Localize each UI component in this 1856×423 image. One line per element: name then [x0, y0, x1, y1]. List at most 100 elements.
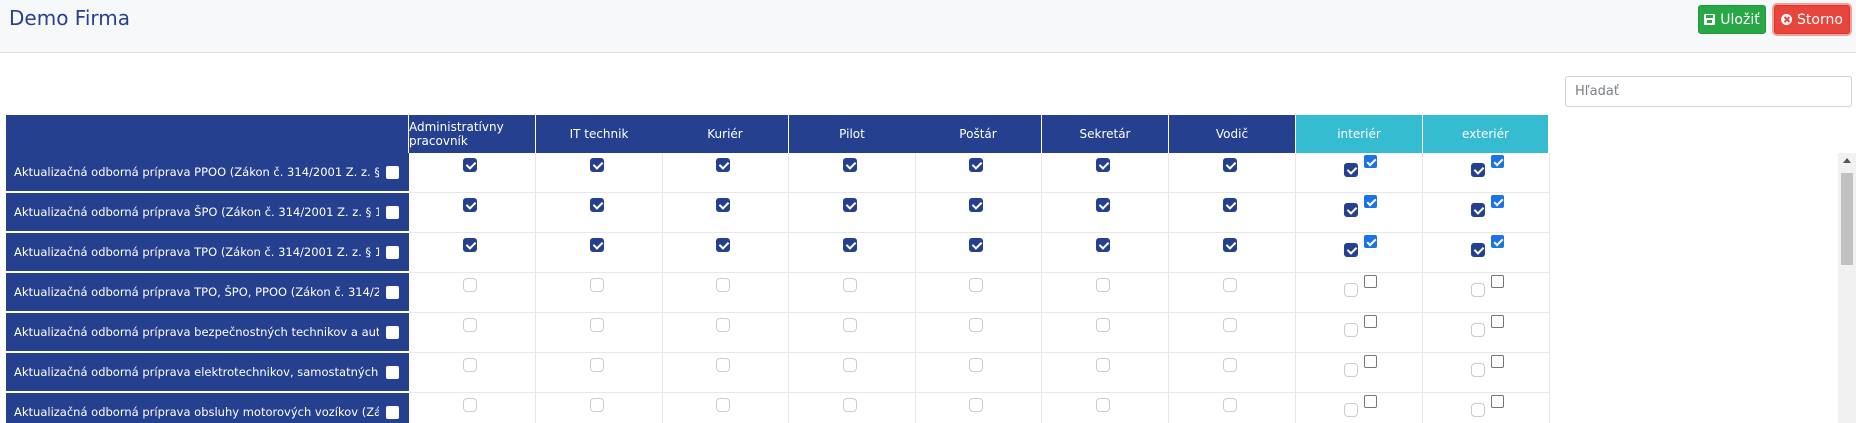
cell-checkbox[interactable] — [1344, 203, 1358, 217]
cell-checkbox[interactable] — [1096, 238, 1110, 252]
cell-checkbox[interactable] — [590, 198, 604, 212]
cell-checkbox[interactable] — [1223, 358, 1237, 372]
scroll-thumb[interactable] — [1841, 173, 1853, 265]
environment-checkbox[interactable] — [1491, 155, 1504, 168]
row-select-checkbox[interactable] — [386, 286, 399, 299]
cell-checkbox[interactable] — [969, 238, 983, 252]
top-bar: Demo Firma Uložiť Storno — [0, 0, 1856, 53]
environment-checkbox[interactable] — [1491, 355, 1504, 368]
cell-checkbox[interactable] — [1096, 158, 1110, 172]
row-select-checkbox[interactable] — [386, 406, 399, 419]
column-header[interactable]: Kuriér — [662, 115, 789, 153]
cell-checkbox[interactable] — [843, 398, 857, 412]
cell-checkbox[interactable] — [1096, 398, 1110, 412]
cell-checkbox[interactable] — [843, 358, 857, 372]
row-select-checkbox[interactable] — [386, 246, 399, 259]
environment-checkbox[interactable] — [1364, 395, 1377, 408]
column-header[interactable]: Poštár — [915, 115, 1042, 153]
cell-checkbox[interactable] — [1471, 403, 1485, 417]
environment-checkbox[interactable] — [1364, 235, 1377, 248]
cell-checkbox[interactable] — [463, 278, 477, 292]
cell-checkbox[interactable] — [969, 318, 983, 332]
cell-checkbox[interactable] — [590, 158, 604, 172]
environment-checkbox[interactable] — [1364, 315, 1377, 328]
column-header[interactable]: interiér — [1296, 115, 1423, 153]
cell-checkbox[interactable] — [1344, 243, 1358, 257]
cell-checkbox[interactable] — [590, 398, 604, 412]
cell-checkbox[interactable] — [463, 318, 477, 332]
cell-checkbox[interactable] — [1096, 318, 1110, 332]
vertical-scrollbar[interactable] — [1838, 153, 1856, 423]
cell-checkbox[interactable] — [590, 238, 604, 252]
cell-checkbox[interactable] — [1344, 403, 1358, 417]
cell-checkbox[interactable] — [1223, 318, 1237, 332]
cell-checkbox[interactable] — [590, 318, 604, 332]
cell-checkbox[interactable] — [969, 278, 983, 292]
row-select-checkbox[interactable] — [386, 366, 399, 379]
environment-checkbox[interactable] — [1491, 395, 1504, 408]
cell-checkbox[interactable] — [1096, 278, 1110, 292]
environment-checkbox[interactable] — [1491, 195, 1504, 208]
cell-checkbox[interactable] — [843, 158, 857, 172]
environment-checkbox[interactable] — [1491, 315, 1504, 328]
environment-checkbox[interactable] — [1364, 275, 1377, 288]
column-header[interactable]: Pilot — [789, 115, 916, 153]
column-header[interactable]: Vodič — [1169, 115, 1296, 153]
cell-checkbox[interactable] — [1344, 323, 1358, 337]
cancel-button[interactable]: Storno — [1774, 5, 1850, 34]
row-select-checkbox[interactable] — [386, 326, 399, 339]
cell-checkbox[interactable] — [1471, 283, 1485, 297]
cell-checkbox[interactable] — [1223, 278, 1237, 292]
cell-checkbox[interactable] — [1344, 163, 1358, 177]
cell-checkbox[interactable] — [1223, 398, 1237, 412]
cell-checkbox[interactable] — [843, 318, 857, 332]
cell-checkbox[interactable] — [1471, 203, 1485, 217]
cell-checkbox[interactable] — [1344, 283, 1358, 297]
cell-checkbox[interactable] — [716, 158, 730, 172]
cell-checkbox[interactable] — [1096, 358, 1110, 372]
column-header[interactable]: IT technik — [536, 115, 663, 153]
cell-checkbox[interactable] — [1223, 198, 1237, 212]
column-header[interactable]: Sekretár — [1042, 115, 1169, 153]
cell-checkbox[interactable] — [1471, 243, 1485, 257]
save-button[interactable]: Uložiť — [1698, 5, 1766, 34]
cell-checkbox[interactable] — [716, 398, 730, 412]
row-select-checkbox[interactable] — [386, 206, 399, 219]
cell-checkbox[interactable] — [716, 238, 730, 252]
row-select-checkbox[interactable] — [386, 166, 399, 179]
cell-checkbox[interactable] — [1096, 198, 1110, 212]
cell-checkbox[interactable] — [969, 198, 983, 212]
cell-checkbox[interactable] — [463, 198, 477, 212]
cell-checkbox[interactable] — [1471, 323, 1485, 337]
cell-checkbox[interactable] — [1223, 158, 1237, 172]
cell-checkbox[interactable] — [716, 358, 730, 372]
cell-checkbox[interactable] — [463, 158, 477, 172]
column-header[interactable]: exteriér — [1423, 115, 1549, 153]
cell-checkbox[interactable] — [590, 278, 604, 292]
cell-checkbox[interactable] — [463, 358, 477, 372]
environment-checkbox[interactable] — [1491, 235, 1504, 248]
cell-checkbox[interactable] — [843, 198, 857, 212]
cell-checkbox[interactable] — [590, 358, 604, 372]
cell-checkbox[interactable] — [1471, 163, 1485, 177]
environment-checkbox[interactable] — [1364, 155, 1377, 168]
cell-checkbox[interactable] — [1471, 363, 1485, 377]
column-header[interactable]: Administratívny pracovník — [409, 115, 536, 153]
cell-checkbox[interactable] — [716, 198, 730, 212]
cell-checkbox[interactable] — [1223, 238, 1237, 252]
cell-checkbox[interactable] — [843, 278, 857, 292]
cell-checkbox[interactable] — [463, 238, 477, 252]
environment-checkbox[interactable] — [1364, 195, 1377, 208]
cell-checkbox[interactable] — [969, 358, 983, 372]
environment-checkbox[interactable] — [1491, 275, 1504, 288]
cell-checkbox[interactable] — [463, 398, 477, 412]
cell-checkbox[interactable] — [1344, 363, 1358, 377]
cell-checkbox[interactable] — [716, 318, 730, 332]
environment-checkbox[interactable] — [1364, 355, 1377, 368]
search-input[interactable] — [1565, 76, 1852, 107]
scroll-up-arrow-icon[interactable] — [1843, 158, 1851, 163]
cell-checkbox[interactable] — [843, 238, 857, 252]
cell-checkbox[interactable] — [969, 398, 983, 412]
cell-checkbox[interactable] — [716, 278, 730, 292]
cell-checkbox[interactable] — [969, 158, 983, 172]
